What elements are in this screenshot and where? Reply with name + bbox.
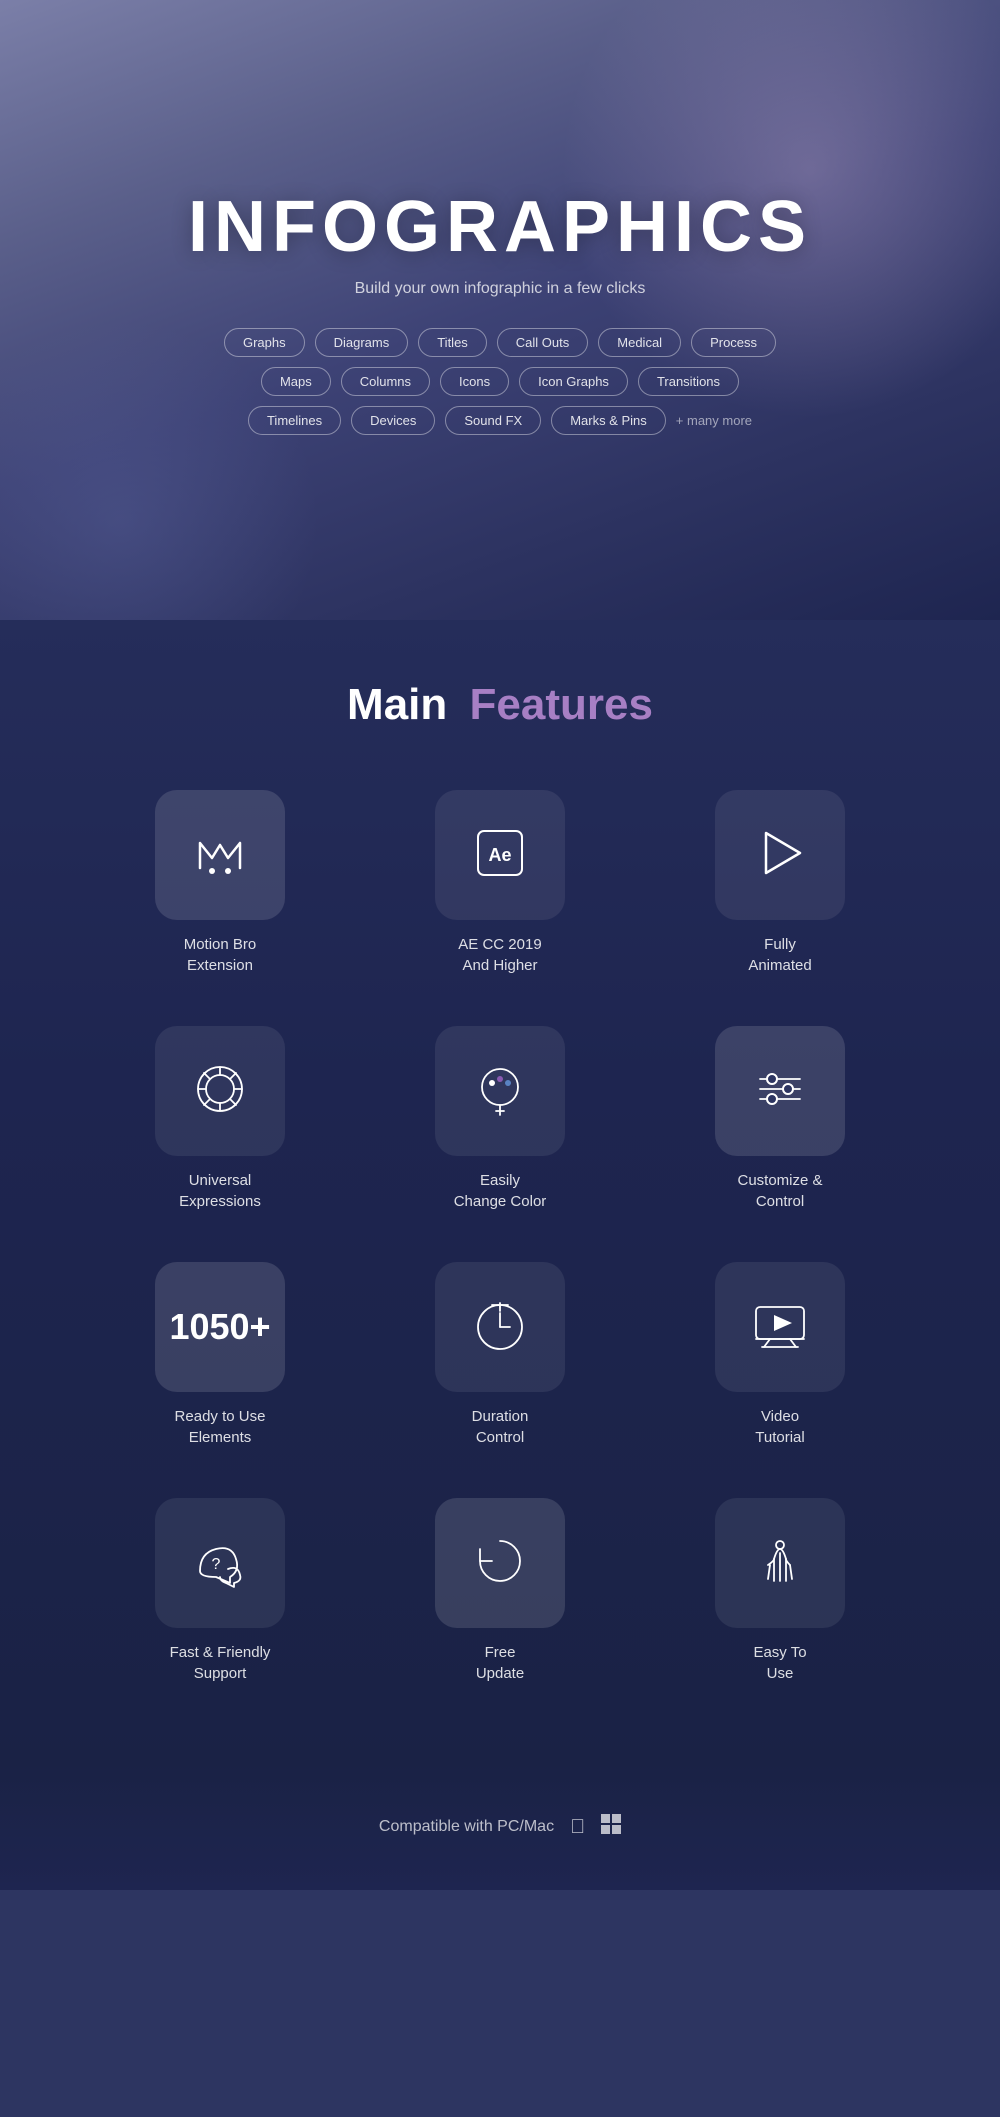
feature-label-ae-cc: AE CC 2019And Higher [458, 934, 541, 976]
feature-label-free-update: FreeUpdate [476, 1642, 524, 1684]
feature-label-ready-elements: Ready to UseElements [175, 1406, 266, 1448]
feature-icon-box-fully-animated [715, 790, 845, 920]
feature-item-fast-support: ? Fast & FriendlySupport [110, 1498, 330, 1684]
feature-label-universal-expressions: UniversalExpressions [179, 1170, 261, 1212]
feature-label-duration-control: DurationControl [472, 1406, 529, 1448]
feature-item-change-color: EasilyChange Color [390, 1026, 610, 1212]
hero-title: INFOGRAPHICS [188, 186, 812, 268]
hero-subtitle: Build your own infographic in a few clic… [355, 280, 646, 298]
feature-item-ready-elements: 1050+ Ready to UseElements [110, 1262, 330, 1448]
feature-label-video-tutorial: VideoTutorial [755, 1406, 804, 1448]
feature-icon-box-customize-control [715, 1026, 845, 1156]
feature-icon-box-universal-expressions [155, 1026, 285, 1156]
feature-icon-box-free-update [435, 1498, 565, 1628]
feature-item-video-tutorial: VideoTutorial [670, 1262, 890, 1448]
tag-item[interactable]: Columns [341, 367, 430, 396]
feature-item-fully-animated: FullyAnimated [670, 790, 890, 976]
video-tutorial-icon [750, 1295, 810, 1360]
feature-icon-box-ready-elements: 1050+ [155, 1262, 285, 1392]
hero-section: INFOGRAPHICS Build your own infographic … [0, 0, 1000, 620]
more-text: + many more [676, 413, 752, 428]
fully-animated-icon [750, 823, 810, 888]
feature-icon-box-fast-support: ? [155, 1498, 285, 1628]
tag-item[interactable]: Marks & Pins [551, 406, 666, 435]
tag-item[interactable]: Medical [598, 328, 681, 357]
feature-label-customize-control: Customize &Control [737, 1170, 822, 1212]
free-update-icon [470, 1531, 530, 1596]
tag-item[interactable]: Timelines [248, 406, 341, 435]
tag-item[interactable]: Titles [418, 328, 487, 357]
tags-row-2: Maps Columns Icons Icon Graphs Transitions [261, 367, 739, 396]
feature-icon-box-change-color [435, 1026, 565, 1156]
tag-item[interactable]: Sound FX [445, 406, 541, 435]
ae-cc-icon: Ae [470, 823, 530, 888]
feature-item-universal-expressions: UniversalExpressions [110, 1026, 330, 1212]
windows-icon [601, 1814, 621, 1840]
feature-item-customize-control: Customize &Control [670, 1026, 890, 1212]
feature-label-easy-to-use: Easy ToUse [753, 1642, 806, 1684]
apple-icon:  [570, 1816, 585, 1839]
svg-text:Ae: Ae [488, 845, 511, 865]
feature-label-fully-animated: FullyAnimated [748, 934, 811, 976]
feature-item-easy-to-use: Easy ToUse [670, 1498, 890, 1684]
motion-bro-icon [190, 823, 250, 888]
fast-support-icon: ? [190, 1531, 250, 1596]
feature-item-free-update: FreeUpdate [390, 1498, 610, 1684]
tags-row-1: Graphs Diagrams Titles Call Outs Medical Proc… [224, 328, 776, 357]
feature-item-motion-bro: Motion BroExtension [110, 790, 330, 976]
tag-item[interactable]: Call Outs [497, 328, 588, 357]
tags-container: Graphs Diagrams Titles Call Outs Medical Proc… [224, 328, 776, 435]
feature-item-ae-cc: Ae AE CC 2019And Higher [390, 790, 610, 976]
feature-item-duration-control: DurationControl [390, 1262, 610, 1448]
compatible-text: Compatible with PC/Mac [379, 1818, 554, 1836]
compatible-section: Compatible with PC/Mac  [0, 1764, 1000, 1890]
feature-icon-box-easy-to-use [715, 1498, 845, 1628]
tag-item[interactable]: Maps [261, 367, 331, 396]
features-grid: Motion BroExtension Ae AE CC 2019And Hig… [110, 790, 890, 1684]
feature-number-ready-elements: 1050+ [169, 1307, 270, 1347]
svg-text:?: ? [212, 1556, 221, 1573]
tag-item[interactable]: Devices [351, 406, 435, 435]
feature-label-change-color: EasilyChange Color [454, 1170, 547, 1212]
tag-item[interactable]: Diagrams [315, 328, 409, 357]
feature-icon-box-duration-control [435, 1262, 565, 1392]
tag-item[interactable]: Icon Graphs [519, 367, 628, 396]
section-title: Main Features [347, 680, 653, 730]
features-section: Main Features Motion BroExtension Ae AE … [0, 620, 1000, 1764]
feature-icon-box-ae-cc: Ae [435, 790, 565, 920]
section-title-accent: Features [470, 680, 653, 729]
tags-row-3: Timelines Devices Sound FX Marks & Pins + ma… [248, 406, 752, 435]
easy-to-use-icon [750, 1531, 810, 1596]
tag-item[interactable]: Icons [440, 367, 509, 396]
feature-label-fast-support: Fast & FriendlySupport [170, 1642, 271, 1684]
feature-label-motion-bro: Motion BroExtension [184, 934, 257, 976]
tag-item[interactable]: Process [691, 328, 776, 357]
section-title-main: Main [347, 680, 447, 729]
feature-icon-box-video-tutorial [715, 1262, 845, 1392]
customize-control-icon [750, 1059, 810, 1124]
feature-icon-box-motion-bro [155, 790, 285, 920]
tag-item[interactable]: Graphs [224, 328, 305, 357]
universal-expressions-icon [190, 1059, 250, 1124]
duration-control-icon [470, 1295, 530, 1360]
change-color-icon [470, 1059, 530, 1124]
tag-item[interactable]: Transitions [638, 367, 739, 396]
